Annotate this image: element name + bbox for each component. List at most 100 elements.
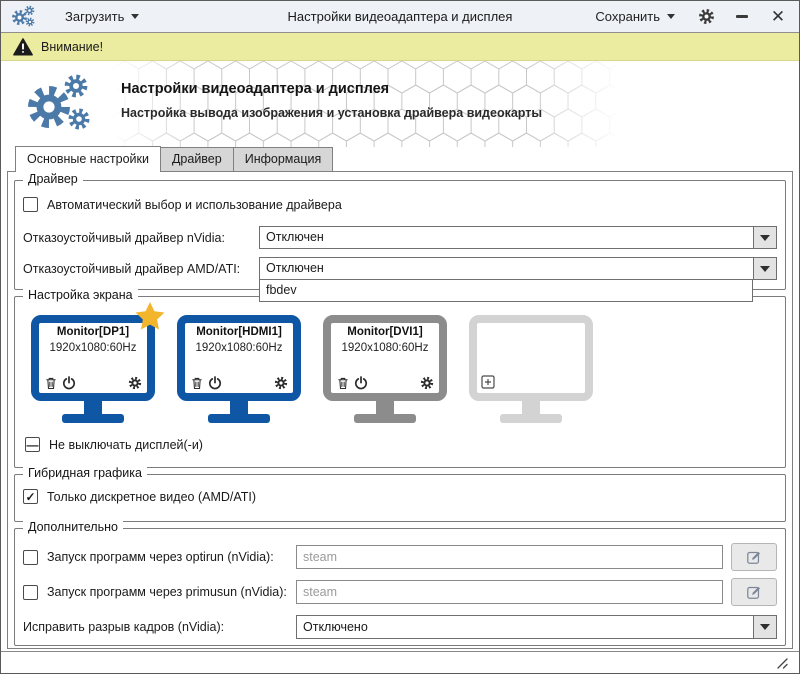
screen-group-legend: Настройка экрана [23, 288, 138, 302]
monitor-card-dp1[interactable]: Monitor[DP1] 1920x1080:60Hz [31, 315, 155, 423]
nvidia-failsafe-row: Отказоустойчивый драйвер nVidia: Отключе… [23, 226, 777, 249]
auto-driver-row: Автоматический выбор и использование дра… [23, 197, 777, 212]
monitor-card-add-slot[interactable] [469, 315, 593, 423]
warning-bar: Внимание! [1, 33, 799, 61]
chevron-down-icon [667, 14, 675, 19]
header-title: Настройки видеоадаптера и дисплея [121, 81, 390, 97]
amd-failsafe-value: Отключен [266, 261, 324, 275]
close-button[interactable]: ✕ [767, 6, 789, 28]
edit-pencil-icon [746, 584, 762, 600]
keep-display-on-checkbox[interactable]: — [25, 437, 40, 452]
monitor-base [62, 414, 124, 423]
delete-monitor-icon[interactable] [44, 376, 58, 390]
amd-failsafe-label: Отказоустойчивый драйвер AMD/ATI: [23, 261, 241, 276]
dropdown-arrow-button[interactable] [753, 227, 776, 248]
monitor-resolution: 1920x1080:60Hz [49, 342, 137, 354]
screen-group: Настройка экрана Monitor[DP1] 1920x1080:… [14, 288, 786, 468]
primusun-label: Запуск программ через primusun (nVidia): [47, 585, 287, 599]
close-icon: ✕ [770, 7, 786, 26]
chevron-down-icon [760, 234, 770, 241]
edit-pencil-icon [746, 549, 762, 565]
dropdown-arrow-button[interactable] [753, 616, 776, 638]
extra-group: Дополнительно Запуск программ через opti… [14, 520, 786, 646]
primusun-row: Запуск программ через primusun (nVidia): [23, 578, 777, 606]
save-button-label: Сохранить [595, 9, 660, 24]
hex-fade-right [531, 61, 621, 147]
tab-information[interactable]: Информация [232, 147, 334, 171]
amd-failsafe-row: Отказоустойчивый драйвер AMD/ATI: Отключ… [23, 257, 777, 302]
monitor-card-hdmi1[interactable]: Monitor[HDMI1] 1920x1080:60Hz [177, 315, 301, 423]
dropdown-option-fbdev[interactable]: fbdev [260, 280, 752, 301]
chevron-down-icon [760, 265, 770, 272]
minimize-button[interactable] [731, 6, 753, 28]
optirun-label: Запуск программ через optirun (nVidia): [47, 550, 274, 564]
primusun-input[interactable] [296, 580, 723, 604]
resize-grip[interactable] [775, 656, 791, 670]
auto-driver-checkbox[interactable] [23, 197, 38, 212]
nvidia-failsafe-value: Отключен [266, 230, 324, 244]
discrete-only-row: ✓ Только дискретное видео (AMD/ATI) [23, 489, 777, 504]
optirun-edit-button[interactable] [731, 543, 777, 571]
settings-button[interactable] [695, 6, 717, 28]
primary-star-icon [134, 301, 166, 332]
monitor-resolution: 1920x1080:60Hz [341, 342, 429, 354]
tab-bar: Основные настройки Драйвер Информация [1, 146, 799, 172]
monitor-base [208, 414, 270, 423]
dropdown-arrow-button[interactable] [753, 258, 776, 279]
monitor-settings-icon[interactable] [274, 376, 288, 390]
power-monitor-icon[interactable] [208, 376, 222, 390]
header-subtitle: Настройка вывода изображения и установка… [121, 106, 543, 120]
title-bar: Загрузить Настройки видеоадаптера и дисп… [1, 1, 799, 33]
tab-main-settings[interactable]: Основные настройки [15, 146, 161, 172]
driver-group: Драйвер Автоматический выбор и использов… [14, 172, 786, 302]
chevron-down-icon [760, 624, 770, 630]
hybrid-group-legend: Гибридная графика [23, 466, 147, 480]
monitor-base [500, 414, 562, 423]
keep-on-row: — Не выключать дисплей(-и) [23, 437, 777, 452]
load-dropdown-button[interactable]: Загрузить [59, 5, 145, 28]
discrete-only-label: Только дискретное видео (AMD/ATI) [47, 489, 257, 504]
chevron-down-icon [131, 14, 140, 19]
save-dropdown-button[interactable]: Сохранить [589, 5, 681, 28]
monitor-name: Monitor[DVI1] [347, 326, 423, 338]
monitor-name: Monitor[HDMI1] [196, 326, 282, 338]
monitor-settings-icon[interactable] [128, 376, 142, 390]
primusun-edit-button[interactable] [731, 578, 777, 606]
power-monitor-icon[interactable] [62, 376, 76, 390]
driver-group-legend: Драйвер [23, 172, 83, 186]
delete-monitor-icon[interactable] [190, 376, 204, 390]
monitor-base [354, 414, 416, 423]
monitor-name: Monitor[DP1] [56, 326, 130, 338]
add-monitor-icon[interactable] [481, 375, 495, 389]
tab-driver[interactable]: Драйвер [159, 147, 234, 171]
tab-panel: Драйвер Автоматический выбор и использов… [7, 171, 793, 649]
app-window: Загрузить Настройки видеоадаптера и дисп… [0, 0, 800, 674]
warning-icon [13, 38, 33, 56]
page-header: Настройки видеоадаптера и дисплея Настро… [1, 61, 799, 147]
status-bar [1, 651, 799, 673]
optirun-input[interactable] [296, 545, 723, 569]
amd-failsafe-select[interactable]: Отключен fbdev [259, 257, 777, 302]
gear-icon [698, 8, 715, 25]
tearing-label: Исправить разрыв кадров (nVidia): [23, 620, 225, 634]
discrete-only-checkbox[interactable]: ✓ [23, 489, 38, 504]
monitor-stand [376, 401, 394, 414]
monitor-card-dvi1[interactable]: Monitor[DVI1] 1920x1080:60Hz [323, 315, 447, 423]
monitor-stand [522, 401, 540, 414]
tearing-select[interactable]: Отключено [296, 615, 777, 639]
monitor-settings-icon[interactable] [420, 376, 434, 390]
nvidia-failsafe-select[interactable]: Отключен [259, 226, 777, 249]
header-gears-icon [25, 73, 109, 135]
hybrid-graphics-group: Гибридная графика ✓ Только дискретное ви… [14, 466, 786, 522]
nvidia-failsafe-label: Отказоустойчивый драйвер nVidia: [23, 230, 225, 245]
extra-group-legend: Дополнительно [23, 520, 123, 534]
power-monitor-icon[interactable] [354, 376, 368, 390]
monitor-resolution: 1920x1080:60Hz [195, 342, 283, 354]
optirun-checkbox[interactable] [23, 549, 38, 565]
monitor-row: Monitor[DP1] 1920x1080:60Hz Monitor[HDMI… [23, 315, 777, 423]
delete-monitor-icon[interactable] [336, 376, 350, 390]
monitor-stand [84, 401, 102, 414]
load-button-label: Загрузить [65, 9, 125, 24]
tearing-value: Отключено [303, 620, 368, 634]
primusun-checkbox[interactable] [23, 584, 38, 600]
